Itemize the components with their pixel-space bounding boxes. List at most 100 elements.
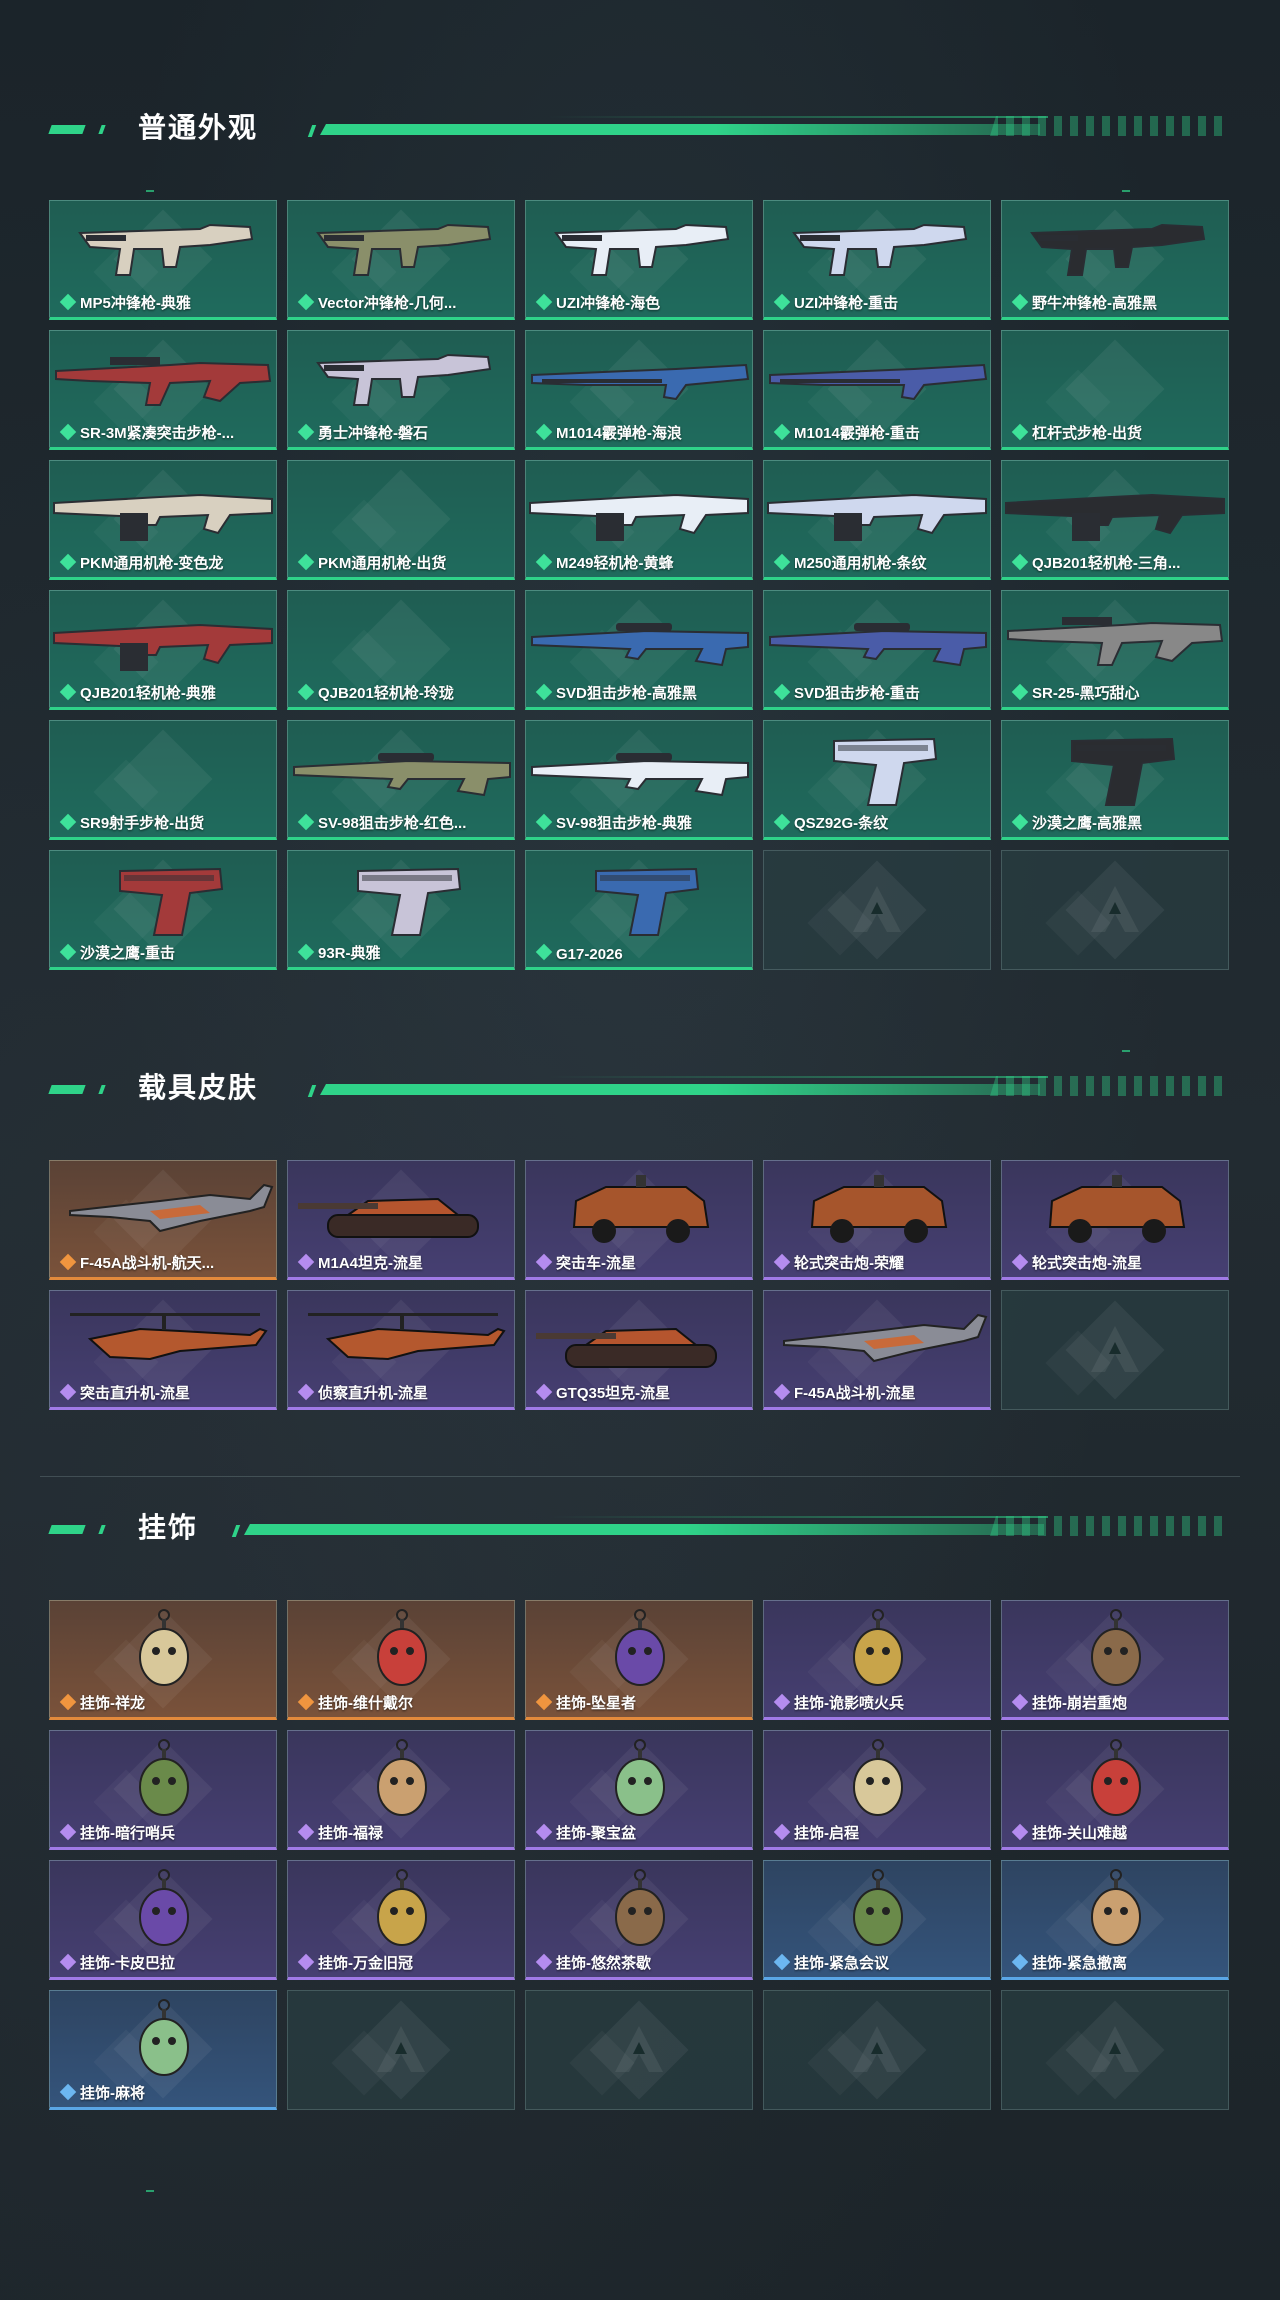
smg-icon xyxy=(1002,205,1228,293)
rarity-icon xyxy=(297,943,315,961)
pistol-icon xyxy=(288,855,514,943)
item-card[interactable]: 挂饰-崩岩重炮 xyxy=(1001,1600,1229,1720)
machinegun-icon xyxy=(50,595,276,683)
item-card[interactable]: M249轻机枪-黄蜂 xyxy=(525,460,753,580)
item-card[interactable]: PKM通用机枪-出货 xyxy=(287,460,515,580)
item-card[interactable]: QSZ92G-条纹 xyxy=(763,720,991,840)
item-card[interactable]: UZI冲锋枪-重击 xyxy=(763,200,991,320)
rarity-icon xyxy=(59,683,77,701)
section-header-weapons: 普通外观 xyxy=(48,108,1230,148)
jet-icon xyxy=(50,1165,276,1253)
item-name: 挂饰-暗行哨兵 xyxy=(80,1825,175,1842)
item-card[interactable]: 挂饰-诡影喷火兵 xyxy=(763,1600,991,1720)
item-card[interactable]: 侦察直升机-流星 xyxy=(287,1290,515,1410)
item-card[interactable]: 突击车-流星 xyxy=(525,1160,753,1280)
rarity-icon xyxy=(59,293,77,311)
item-name: SR-3M紧凑突击步枪-... xyxy=(80,425,235,442)
item-card[interactable]: 挂饰-启程 xyxy=(763,1730,991,1850)
logo-icon xyxy=(853,2026,901,2072)
rarity-icon xyxy=(59,943,77,961)
rifle-icon xyxy=(50,335,276,423)
item-card[interactable]: SV-98狙击步枪-红色... xyxy=(287,720,515,840)
header-accent xyxy=(307,125,317,137)
item-card[interactable]: 勇士冲锋枪-磐石 xyxy=(287,330,515,450)
item-card[interactable]: 挂饰-暗行哨兵 xyxy=(49,1730,277,1850)
rarity-icon xyxy=(1011,1823,1029,1841)
item-card[interactable]: 轮式突击炮-流星 xyxy=(1001,1160,1229,1280)
item-name: SV-98狙击步枪-典雅 xyxy=(556,815,692,832)
truck-icon xyxy=(764,1165,990,1253)
item-card[interactable]: M1014霰弹枪-重击 xyxy=(763,330,991,450)
section-header-vehicles: 载具皮肤 xyxy=(48,1068,1230,1108)
item-card[interactable]: SR9射手步枪-出货 xyxy=(49,720,277,840)
header-accent xyxy=(231,1525,241,1537)
header-pattern xyxy=(990,1516,1230,1536)
header-rule xyxy=(320,1084,1040,1095)
item-card[interactable]: 挂饰-祥龙 xyxy=(49,1600,277,1720)
item-card[interactable]: QJB201轻机枪-三角... xyxy=(1001,460,1229,580)
item-card[interactable]: PKM通用机枪-变色龙 xyxy=(49,460,277,580)
item-card[interactable]: SR-25-黑巧甜心 xyxy=(1001,590,1229,710)
item-card[interactable]: F-45A战斗机-流星 xyxy=(763,1290,991,1410)
charms-grid: 挂饰-祥龙 挂饰-维什戴尔 挂饰-坠星者 挂饰-诡影喷火兵 挂饰-崩岩重炮 挂饰… xyxy=(49,1600,1229,2110)
rarity-icon xyxy=(1011,293,1029,311)
item-card[interactable]: 挂饰-麻将 xyxy=(49,1990,277,2110)
item-card[interactable]: 挂饰-紧急撤离 xyxy=(1001,1860,1229,1980)
header-accent xyxy=(98,1085,106,1094)
weapons-grid: MP5冲锋枪-典雅 Vector冲锋枪-几何... UZI冲锋枪-海色 UZI冲… xyxy=(49,200,1229,970)
item-card[interactable]: 挂饰-悠然茶歇 xyxy=(525,1860,753,1980)
item-card[interactable]: 沙漠之鹰-重击 xyxy=(49,850,277,970)
helicopter-icon xyxy=(288,1295,514,1383)
item-card[interactable]: G17-2026 xyxy=(525,850,753,970)
item-card[interactable]: SVD狙击步枪-高雅黑 xyxy=(525,590,753,710)
item-card[interactable]: Vector冲锋枪-几何... xyxy=(287,200,515,320)
charm-icon xyxy=(50,1605,276,1693)
item-card[interactable]: SVD狙击步枪-重击 xyxy=(763,590,991,710)
item-card[interactable]: 轮式突击炮-荣耀 xyxy=(763,1160,991,1280)
empty-slot xyxy=(763,850,991,970)
rarity-icon xyxy=(535,813,553,831)
item-card[interactable]: 野牛冲锋枪-高雅黑 xyxy=(1001,200,1229,320)
item-card[interactable]: 挂饰-紧急会议 xyxy=(763,1860,991,1980)
machinegun-icon xyxy=(764,465,990,553)
rarity-icon xyxy=(59,1383,77,1401)
item-card[interactable]: M1A4坦克-流星 xyxy=(287,1160,515,1280)
charm-icon xyxy=(50,1735,276,1823)
item-card[interactable]: SR-3M紧凑突击步枪-... xyxy=(49,330,277,450)
item-name: 挂饰-万金旧冠 xyxy=(318,1955,413,1972)
rarity-icon xyxy=(535,1823,553,1841)
item-card[interactable]: QJB201轻机枪-典雅 xyxy=(49,590,277,710)
header-rule xyxy=(548,1076,1048,1078)
item-card[interactable]: 沙漠之鹰-高雅黑 xyxy=(1001,720,1229,840)
item-card[interactable]: 突击直升机-流星 xyxy=(49,1290,277,1410)
item-card[interactable]: SV-98狙击步枪-典雅 xyxy=(525,720,753,840)
item-name: GTQ35坦克-流星 xyxy=(556,1385,671,1402)
rarity-icon xyxy=(773,1693,791,1711)
item-name: PKM通用机枪-出货 xyxy=(318,555,447,572)
item-card[interactable]: 挂饰-福禄 xyxy=(287,1730,515,1850)
item-card[interactable]: UZI冲锋枪-海色 xyxy=(525,200,753,320)
item-card[interactable]: F-45A战斗机-航天... xyxy=(49,1160,277,1280)
smg-icon xyxy=(526,205,752,293)
item-card[interactable]: QJB201轻机枪-玲珑 xyxy=(287,590,515,710)
rarity-icon xyxy=(535,1693,553,1711)
item-card[interactable]: 杠杆式步枪-出货 xyxy=(1001,330,1229,450)
item-card[interactable]: MP5冲锋枪-典雅 xyxy=(49,200,277,320)
rarity-icon xyxy=(1011,813,1029,831)
charm-icon xyxy=(1002,1735,1228,1823)
shotgun-icon xyxy=(764,335,990,423)
item-card[interactable]: M1014霰弹枪-海浪 xyxy=(525,330,753,450)
item-card[interactable]: 93R-典雅 xyxy=(287,850,515,970)
item-name: 挂饰-关山难越 xyxy=(1032,1825,1127,1842)
item-card[interactable]: 挂饰-坠星者 xyxy=(525,1600,753,1720)
rarity-icon xyxy=(535,1253,553,1271)
item-card[interactable]: M250通用机枪-条纹 xyxy=(763,460,991,580)
item-card[interactable]: GTQ35坦克-流星 xyxy=(525,1290,753,1410)
machinegun-icon xyxy=(526,465,752,553)
item-card[interactable]: 挂饰-维什戴尔 xyxy=(287,1600,515,1720)
item-card[interactable]: 挂饰-聚宝盆 xyxy=(525,1730,753,1850)
item-card[interactable]: 挂饰-万金旧冠 xyxy=(287,1860,515,1980)
item-card[interactable]: 挂饰-卡皮巴拉 xyxy=(49,1860,277,1980)
section-title: 挂饰 xyxy=(138,1512,199,1543)
item-card[interactable]: 挂饰-关山难越 xyxy=(1001,1730,1229,1850)
